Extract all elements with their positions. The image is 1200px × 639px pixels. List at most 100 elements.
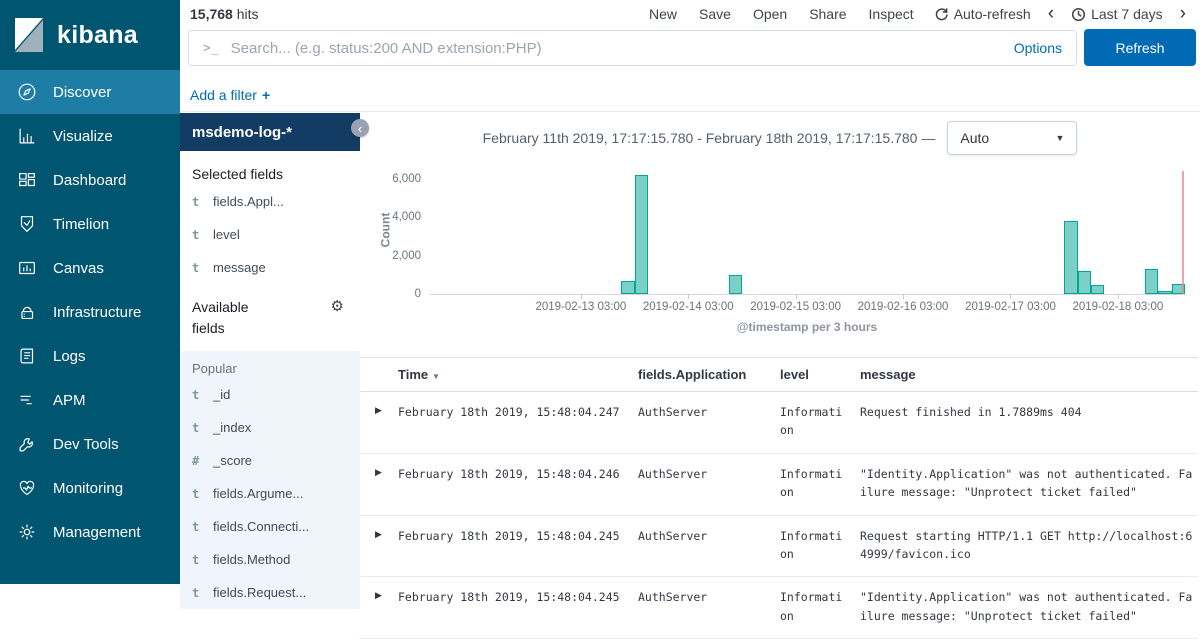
available-fields-title: Available fields	[192, 297, 276, 339]
clock-icon	[1071, 7, 1086, 22]
x-tick-mark	[1010, 294, 1011, 299]
compass-icon	[16, 81, 38, 103]
x-tick-label: 2019-02-13 03:00	[535, 301, 626, 313]
expand-row-caret-icon[interactable]: ▶	[360, 515, 398, 577]
menu-item-new[interactable]: New	[638, 4, 688, 24]
cell-level: Information	[780, 515, 860, 577]
popular-fields-section: Popular t_idt_index#_scoretfields.Argume…	[180, 351, 360, 609]
field-item-fieldsargume[interactable]: tfields.Argume...	[180, 477, 360, 510]
time-prev-button[interactable]: ‹	[1040, 7, 1062, 21]
field-item-message[interactable]: tmessage	[180, 251, 360, 284]
auto-refresh-button[interactable]: Auto-refresh	[925, 4, 1040, 24]
index-pattern-selector[interactable]: msdemo-log-*	[180, 113, 360, 151]
sidebar-item-label: APM	[53, 392, 86, 409]
field-item-fieldsconnecti[interactable]: tfields.Connecti...	[180, 510, 360, 543]
x-tick-mark	[796, 294, 797, 299]
filter-bar: Add a filter +	[180, 79, 1200, 112]
sidebar-item-infrastructure[interactable]: Infrastructure	[0, 290, 180, 334]
table-row: ▶February 18th 2019, 15:48:04.246AuthSer…	[360, 453, 1198, 515]
expand-row-caret-icon[interactable]: ▶	[360, 577, 398, 639]
histogram-bar[interactable]	[621, 281, 634, 294]
sidebar-item-timelion[interactable]: Timelion	[0, 202, 180, 246]
menu-item-save[interactable]: Save	[688, 4, 742, 24]
top-menu-items: NewSaveOpenShareInspect	[638, 4, 925, 24]
refresh-button[interactable]: Refresh	[1084, 29, 1196, 66]
field-name: fields.Argume...	[213, 486, 303, 501]
discover-content: February 11th 2019, 17:17:15.780 - Febru…	[360, 113, 1200, 584]
cell-time: February 18th 2019, 15:48:04.245	[398, 515, 638, 577]
plus-icon[interactable]: +	[262, 87, 270, 103]
field-item-level[interactable]: tlevel	[180, 218, 360, 251]
selected-fields-list: tfields.Appl...tleveltmessage	[180, 185, 360, 284]
table-row: ▶February 18th 2019, 15:48:04.247AuthSer…	[360, 392, 1198, 454]
time-next-button[interactable]: ›	[1172, 7, 1194, 21]
interval-select[interactable]: Auto ▼	[947, 121, 1077, 155]
sidebar-item-canvas[interactable]: Canvas	[0, 246, 180, 290]
field-type-icon: t	[192, 520, 203, 534]
sidebar-item-logs[interactable]: Logs	[0, 334, 180, 378]
hits-label: hits	[237, 6, 259, 22]
gear-icon	[16, 521, 38, 543]
chart-plot: 02,0004,0006,0002019-02-13 03:002019-02-…	[430, 171, 1185, 295]
histogram-bar[interactable]	[1078, 271, 1091, 294]
add-filter-link[interactable]: Add a filter	[190, 87, 257, 103]
search-input[interactable]	[229, 39, 1014, 58]
field-settings-gear-icon[interactable]: ⚙	[331, 297, 344, 315]
menu-item-inspect[interactable]: Inspect	[858, 4, 925, 24]
kibana-logo-block[interactable]: kibana	[0, 0, 180, 70]
column-header-label: fields.Application	[638, 367, 746, 382]
x-tick-label: 2019-02-14 03:00	[643, 301, 734, 313]
x-tick-mark	[1118, 294, 1119, 299]
wrench-icon	[16, 433, 38, 455]
menu-item-open[interactable]: Open	[742, 4, 798, 24]
field-name: message	[213, 260, 266, 275]
sidebar-item-label: Logs	[53, 348, 86, 365]
expand-row-caret-icon[interactable]: ▶	[360, 453, 398, 515]
options-link[interactable]: Options	[1014, 40, 1076, 56]
field-type-icon: t	[192, 388, 203, 402]
field-item-fieldsrequest[interactable]: tfields.Request...	[180, 576, 360, 609]
apm-lines-icon	[16, 389, 38, 411]
collapse-fields-panel-button[interactable]: ‹	[351, 119, 369, 137]
sidebar-item-visualize[interactable]: Visualize	[0, 114, 180, 158]
sidebar-item-apm[interactable]: APM	[0, 378, 180, 422]
refresh-icon	[934, 7, 949, 22]
sidebar-item-monitoring[interactable]: Monitoring	[0, 466, 180, 510]
cell-application: AuthServer	[638, 515, 780, 577]
field-item-_score[interactable]: #_score	[180, 444, 360, 477]
x-tick-mark	[903, 294, 904, 299]
column-header-message[interactable]: message	[860, 358, 1198, 392]
menu-item-share[interactable]: Share	[798, 4, 857, 24]
field-name: _score	[213, 453, 252, 468]
column-header-level[interactable]: level	[780, 358, 860, 392]
field-name: fields.Method	[213, 552, 290, 567]
y-tick-label: 6,000	[392, 173, 421, 185]
histogram-bar[interactable]	[1158, 291, 1171, 294]
histogram-bar[interactable]	[635, 175, 648, 294]
y-tick-label: 0	[415, 288, 421, 300]
column-header-time[interactable]: Time▼	[398, 358, 638, 392]
sidebar-item-management[interactable]: Management	[0, 510, 180, 554]
field-name: _index	[213, 420, 251, 435]
sidebar-item-discover[interactable]: Discover	[0, 70, 180, 114]
column-header-fields-application[interactable]: fields.Application	[638, 358, 780, 392]
histogram-bar[interactable]	[729, 275, 742, 294]
sidebar-item-dev-tools[interactable]: Dev Tools	[0, 422, 180, 466]
histogram-bar[interactable]	[1145, 269, 1158, 294]
y-tick-label: 4,000	[392, 211, 421, 223]
field-item-_index[interactable]: t_index	[180, 411, 360, 444]
field-item-fieldsmethod[interactable]: tfields.Method	[180, 543, 360, 576]
histogram-bar[interactable]	[1091, 285, 1104, 294]
expand-row-caret-icon[interactable]: ▶	[360, 392, 398, 454]
time-range-button[interactable]: Last 7 days	[1062, 4, 1172, 24]
cell-message: Request finished in 1.7889ms 404	[860, 392, 1198, 454]
app-sidebar: kibana DiscoverVisualizeDashboardTimelio…	[0, 0, 180, 584]
field-item-fieldsappl[interactable]: tfields.Appl...	[180, 185, 360, 218]
sidebar-item-dashboard[interactable]: Dashboard	[0, 158, 180, 202]
expand-column-header	[360, 358, 398, 392]
field-item-_id[interactable]: t_id	[180, 378, 360, 411]
x-tick-label: 2019-02-15 03:00	[750, 301, 841, 313]
logs-scroll-icon	[16, 345, 38, 367]
field-name: fields.Request...	[213, 585, 306, 600]
histogram-bar[interactable]	[1064, 221, 1077, 294]
